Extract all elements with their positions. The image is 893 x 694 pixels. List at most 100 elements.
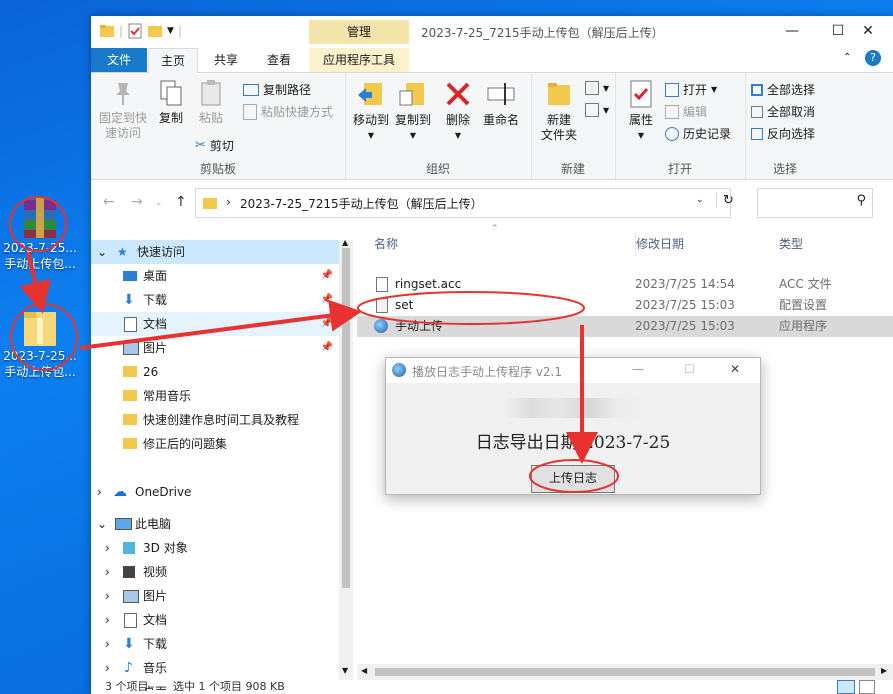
new-item-button[interactable]: ▼ — [585, 81, 609, 95]
nav-pc-downloads[interactable]: › ⬇ 下载 — [91, 632, 339, 656]
dialog-close-button[interactable]: ✕ — [730, 362, 740, 376]
paste-icon — [201, 80, 221, 106]
expand-chevron-icon[interactable]: › — [105, 536, 110, 560]
nav-item-music-folder[interactable]: 常用音乐 — [91, 384, 339, 408]
nav-pc-pictures[interactable]: › 图片 — [91, 584, 339, 608]
minimize-button[interactable]: — — [769, 16, 815, 48]
new-folder-icon[interactable] — [147, 23, 163, 39]
qat-dropdown-icon[interactable]: ▼ — [167, 26, 174, 36]
tab-application-tools[interactable]: 应用程序工具 — [309, 48, 409, 72]
nav-onedrive[interactable]: › ☁ OneDrive — [91, 480, 339, 504]
recent-locations-icon[interactable]: ⌄ — [155, 198, 163, 208]
copy-path-button[interactable]: 复制路径 — [243, 81, 311, 98]
nav-pc-music[interactable]: › ♪ 音乐 — [91, 656, 339, 680]
desktop-icon-folder[interactable]: 2023-7-25... 手动上传包... — [0, 306, 80, 380]
copy-button[interactable]: 复制 — [153, 79, 189, 126]
pin-to-quick-access-button[interactable]: 固定到快 速访问 — [97, 79, 149, 141]
file-list-hscrollbar[interactable]: ◀ ▶ — [357, 664, 893, 680]
nav-item-downloads[interactable]: ⬇ 下载 📌 — [91, 288, 339, 312]
expand-chevron-icon[interactable]: ⌄ — [97, 240, 107, 264]
delete-button[interactable]: 删除 ▼ — [441, 79, 475, 143]
expand-chevron-icon[interactable]: ⌄ — [97, 512, 107, 536]
file-row[interactable]: set 2023/7/25 15:03 配置设置 — [357, 295, 893, 316]
nav-item-folder-26[interactable]: 26 — [91, 360, 339, 384]
nav-item-documents[interactable]: 文档 📌 — [91, 312, 339, 336]
rename-button[interactable]: 重命名 — [479, 79, 523, 128]
blurred-region — [504, 398, 644, 418]
open-button[interactable]: 打开 ▼ — [665, 81, 717, 98]
select-none-button[interactable]: 全部取消 — [751, 103, 815, 120]
nav-quick-access[interactable]: ⌄ ★ 快速访问 — [91, 240, 339, 264]
expand-chevron-icon[interactable]: › — [97, 480, 102, 504]
tab-home[interactable]: 主页 — [148, 48, 198, 73]
column-header-name[interactable]: 名称 — [374, 232, 398, 256]
expand-chevron-icon[interactable]: › — [105, 608, 110, 632]
file-type: 应用程序 — [779, 319, 828, 333]
nav-onedrive-label: OneDrive — [135, 485, 192, 499]
nav-item-pictures[interactable]: 图片 📌 — [91, 336, 339, 360]
details-view-icon[interactable] — [837, 680, 855, 694]
expand-chevron-icon[interactable]: › — [105, 584, 110, 608]
nav-pc-3d-objects[interactable]: › 3D 对象 — [91, 536, 339, 560]
tab-share[interactable]: 共享 — [201, 48, 251, 72]
copy-to-button[interactable]: 复制到 ▼ — [393, 79, 433, 143]
properties-button[interactable]: 属性 ▼ — [621, 79, 661, 143]
refresh-icon[interactable]: ↻ — [716, 193, 734, 208]
easy-access-button[interactable]: ▼ — [585, 103, 609, 117]
tab-file[interactable]: 文件 — [91, 48, 147, 72]
scrollbar-thumb[interactable] — [375, 668, 875, 676]
nav-this-pc[interactable]: ⌄ 此电脑 — [91, 512, 339, 536]
move-to-button[interactable]: 移动到 ▼ — [351, 79, 391, 143]
large-icons-view-icon[interactable] — [859, 680, 875, 694]
up-arrow-icon[interactable]: ↑ — [175, 194, 187, 210]
nav-item-issues[interactable]: 修正后的问题集 — [91, 432, 339, 456]
collapse-ribbon-icon[interactable]: ⌃ — [843, 52, 851, 63]
paste-shortcut-button[interactable]: 粘贴快捷方式 — [243, 103, 333, 120]
expand-chevron-icon[interactable]: › — [105, 656, 110, 680]
expand-chevron-icon[interactable]: › — [105, 632, 110, 656]
cut-button[interactable]: ✂ 剪切 — [195, 137, 234, 154]
edit-button[interactable]: 编辑 — [665, 103, 707, 120]
invert-selection-button[interactable]: 反向选择 — [751, 125, 815, 142]
back-arrow-icon[interactable]: ← — [103, 194, 115, 210]
close-button[interactable]: ✕ — [845, 16, 891, 48]
nav-item-label: 下载 — [143, 637, 168, 651]
file-row-selected[interactable]: 手动上传 2023/7/25 15:03 应用程序 — [357, 316, 893, 337]
dialog-message: 日志导出日期 2023-7-25 — [475, 433, 671, 453]
nav-this-pc-label: 此电脑 — [135, 517, 172, 531]
nav-item-schedule-tool[interactable]: 快速创建作息时间工具及教程 — [91, 408, 339, 432]
desktop-icon-archive[interactable]: 2023-7-25... 手动上传包... — [0, 196, 80, 272]
history-button[interactable]: 历史记录 — [665, 125, 731, 142]
file-row[interactable]: ringset.acc 2023/7/25 14:54 ACC 文件 — [357, 274, 893, 295]
nav-pc-documents[interactable]: › 文档 — [91, 608, 339, 632]
scrollbar-thumb[interactable] — [342, 248, 350, 588]
folder-icon[interactable] — [99, 23, 115, 39]
scroll-up-icon[interactable]: ▲ — [342, 238, 348, 247]
new-folder-button[interactable]: 新建 文件夹 — [537, 79, 581, 143]
nav-pc-videos[interactable]: › 视频 — [91, 560, 339, 584]
search-input[interactable] — [764, 195, 844, 209]
nav-pane-scrollbar[interactable]: ▲ ▼ — [339, 238, 353, 680]
scroll-left-icon[interactable]: ◀ — [361, 666, 367, 675]
scroll-right-icon[interactable]: ▶ — [881, 666, 887, 675]
nav-item-desktop[interactable]: 桌面 📌 — [91, 264, 339, 288]
paste-button[interactable]: 粘贴 — [193, 79, 229, 126]
address-dropdown-icon[interactable]: ⌄ — [696, 195, 704, 205]
column-header-date[interactable]: 修改日期 — [635, 232, 684, 256]
expand-chevron-icon[interactable]: › — [105, 560, 110, 584]
open-icon — [665, 82, 679, 97]
clipboard-group-label: 剪贴板 — [199, 162, 236, 176]
paste-shortcut-icon — [243, 103, 257, 120]
address-bar[interactable]: › 2023-7-25_7215手动上传包（解压后上传） ⌄ ↻ — [195, 188, 734, 218]
dialog-minimize-button[interactable]: — — [632, 362, 644, 376]
search-box[interactable]: ⚲ — [757, 188, 873, 218]
upload-log-button[interactable]: 上传日志 — [531, 465, 615, 493]
help-icon[interactable]: ? — [865, 50, 881, 66]
scroll-down-icon[interactable]: ▼ — [342, 666, 348, 675]
select-all-button[interactable]: 全部选择 — [751, 81, 815, 98]
dialog-maximize-button[interactable]: ☐ — [684, 362, 695, 376]
column-header-type[interactable]: 类型 — [779, 232, 803, 256]
tab-view[interactable]: 查看 — [254, 48, 304, 72]
properties-check-icon[interactable] — [127, 23, 143, 39]
forward-arrow-icon[interactable]: → — [131, 194, 143, 210]
